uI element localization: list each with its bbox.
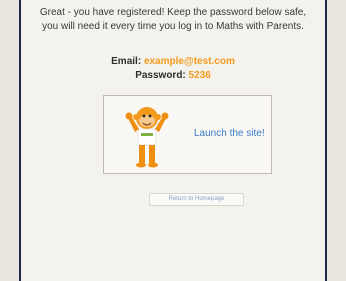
monkey-mascot-icon (125, 107, 169, 168)
return-to-homepage-button[interactable]: Return to Homepage (149, 193, 244, 206)
launch-site-card[interactable]: Launch the site! (103, 95, 272, 174)
password-label: Password: (135, 70, 186, 81)
password-row: Password: 5236 (21, 70, 325, 81)
content-panel: Great - you have registered! Keep the pa… (19, 0, 327, 281)
email-row: Email: example@test.com (21, 56, 325, 67)
registration-message-line-1: Great - you have registered! Keep the pa… (39, 7, 307, 18)
registration-message-line-2: you will need it every time you log in t… (42, 21, 304, 32)
email-label: Email: (111, 56, 142, 67)
email-value: example@test.com (143, 56, 235, 67)
registration-message: Great - you have registered! Keep the pa… (21, 6, 325, 34)
launch-site-link[interactable]: Launch the site! (194, 128, 265, 139)
password-value: 5236 (188, 70, 211, 81)
